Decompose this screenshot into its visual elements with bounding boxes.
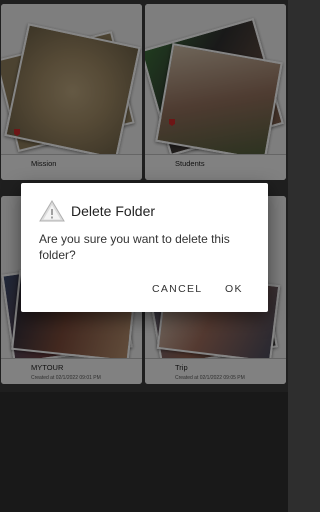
cancel-button[interactable]: CANCEL [152,283,202,295]
warning-icon [39,200,65,222]
dialog-title: Delete Folder [71,203,156,219]
delete-folder-dialog: Delete Folder Are you sure you want to d… [21,183,268,312]
dialog-message: Are you sure you want to delete this fol… [39,232,230,262]
ok-button[interactable]: OK [225,283,243,295]
